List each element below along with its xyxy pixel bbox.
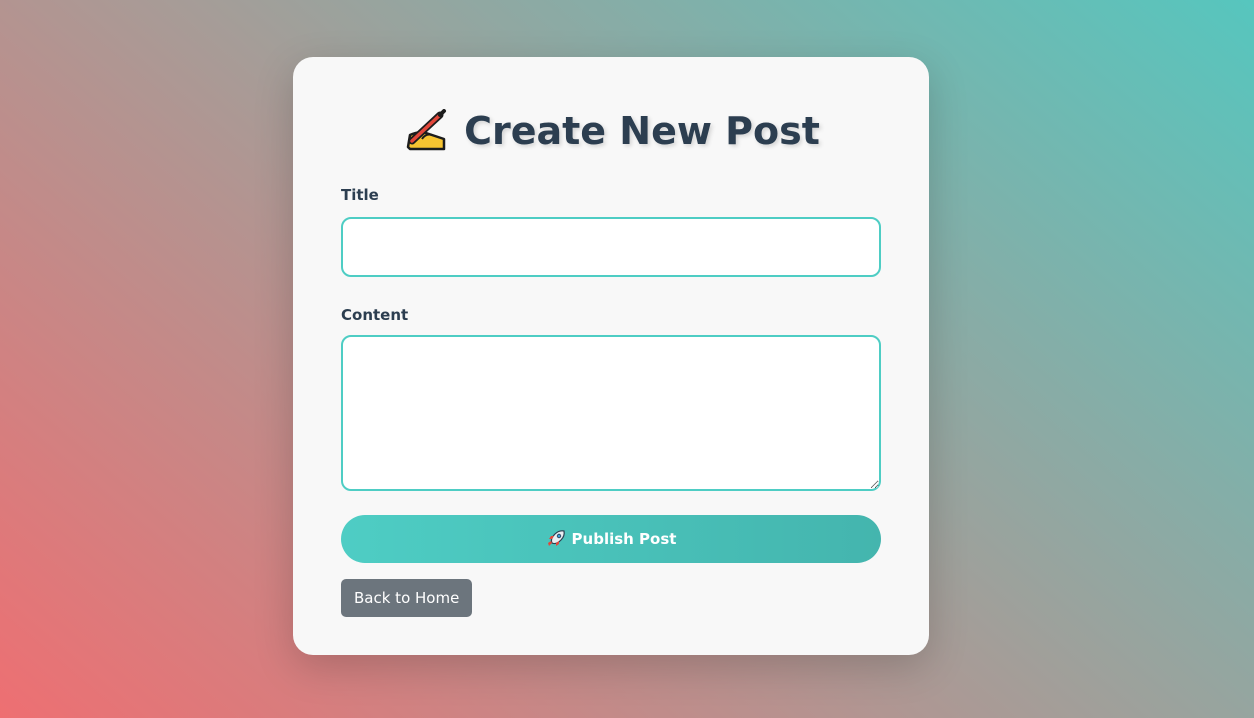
back-to-home-button[interactable]: Back to Home xyxy=(341,579,473,617)
content-textarea[interactable] xyxy=(341,335,881,491)
rocket-icon xyxy=(547,530,565,546)
content-label: Content xyxy=(341,306,409,324)
title-input[interactable] xyxy=(341,217,881,277)
create-post-card: Create New Post Title Content Publish Po… xyxy=(293,57,929,655)
page-title-text: Create New Post xyxy=(464,109,820,153)
writing-hand-icon xyxy=(406,109,447,151)
publish-post-button[interactable]: Publish Post xyxy=(341,515,881,563)
page-title: Create New Post xyxy=(341,57,881,155)
publish-post-label: Publish Post xyxy=(571,530,677,548)
title-label: Title xyxy=(341,186,379,204)
